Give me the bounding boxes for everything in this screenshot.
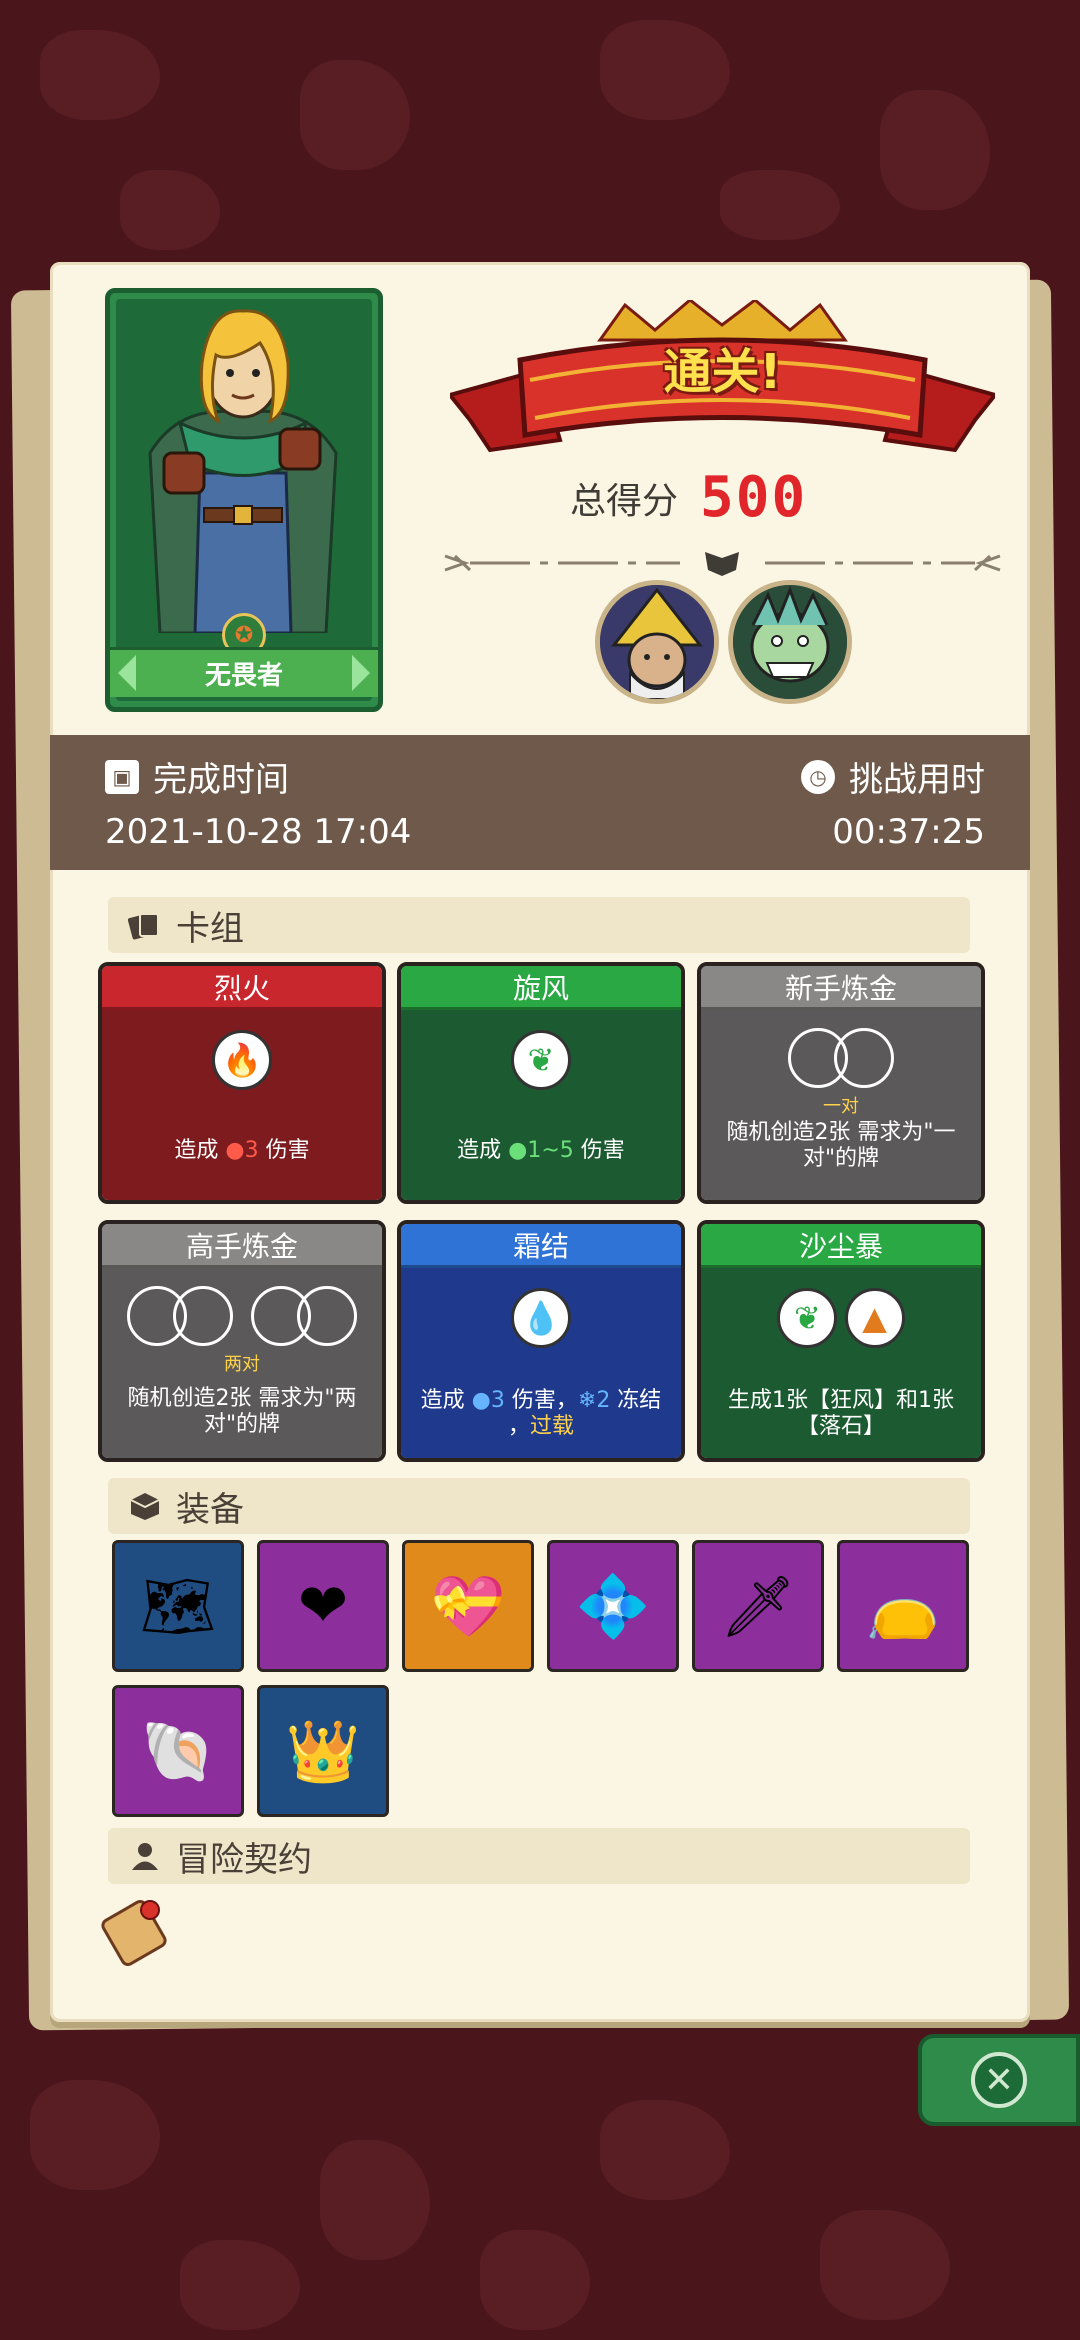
blood-drop-icon: ● [225,1138,245,1163]
card-desc: 造成 ●1~5 伤害 [409,1138,673,1164]
rock-icon: ▲ [844,1288,905,1348]
golden-crown-icon[interactable]: 👑 [257,1685,389,1817]
fire-icon: 🔥 [212,1030,272,1090]
heart-shield-icon[interactable]: ❤ [257,1540,389,1672]
contract-section-header: 冒险契约 [108,1828,970,1884]
card-body: 💧 造成 ●3 伤害，❄2 冻结 ，过载 [401,1268,681,1458]
score-label: 总得分 [570,480,679,522]
deck-card-frost[interactable]: 霜结 💧 造成 ●3 伤害，❄2 冻结 ，过载 [397,1220,685,1462]
card-title: 霜结 [401,1224,681,1268]
boss-portrait-fishman[interactable] [728,580,852,704]
red-dagger-icon[interactable]: 🗡 [692,1540,824,1672]
snowflake-icon: ❄ [577,1388,597,1413]
card-title: 沙尘暴 [701,1224,981,1268]
pair-label: 两对 [224,1354,260,1375]
ornament-divider [444,552,1001,576]
card-title: 高手炼金 [102,1224,382,1268]
score-value: 500 [700,465,808,530]
finish-time-value: 2021-10-28 17:04 [105,812,412,852]
card-title: 新手炼金 [701,966,981,1010]
spotted-shell-icon[interactable]: 🐚 [112,1685,244,1817]
card-desc-value: 1~5 [527,1138,574,1163]
fishman-portrait-icon [733,585,847,699]
card-desc-value: 3 [490,1388,505,1413]
card-desc: 造成 ●3 伤害，❄2 冻结 ，过载 [409,1388,673,1440]
hero-name: 无畏者 [110,647,378,697]
wizard-portrait-icon [600,585,714,699]
card-body: ❦ 造成 ●1~5 伤害 [401,1010,681,1200]
deck-card-novice-alchemy[interactable]: 新手炼金 一对 随机创造2张 需求为"一对"的牌 [697,962,985,1204]
card-desc-text: 伤害 [258,1138,310,1163]
card-body: ❦ ▲ 生成1张【狂风】和1张【落石】 [701,1268,981,1458]
crystal-mask-icon[interactable]: 💠 [547,1540,679,1672]
contract-section-title: 冒险契约 [176,1839,312,1880]
water-drop-small-icon: ● [471,1388,491,1413]
deck-card-master-alchemy[interactable]: 高手炼金 两对 随机创造2张 需求为"两对"的牌 [98,1220,386,1462]
hero-prev-arrow-icon[interactable] [118,655,136,691]
card-desc: 随机创造2张 需求为"一对"的牌 [726,1120,956,1171]
card-desc-text: 造成 [420,1388,472,1413]
score-row: 总得分 500 [570,465,807,530]
victory-banner: 通关! [446,298,999,460]
card-desc-text: ， [507,1414,530,1439]
person-icon [132,1843,158,1870]
equipment-section-header: 装备 [108,1478,970,1534]
treasure-map-icon[interactable]: 🗺 [112,1540,244,1672]
deck-card-fire[interactable]: 烈火 🔥 造成 ●3 伤害 [98,962,386,1204]
deck-section-title: 卡组 [176,908,244,949]
pair-label: 一对 [823,1096,859,1117]
close-button[interactable]: ✕ [918,2034,1080,2126]
card-desc: 造成 ●3 伤害 [110,1138,374,1164]
water-drop-icon: 💧 [511,1288,571,1348]
card-desc-text: 伤害， [504,1388,578,1413]
card-desc: 随机创造2张 需求为"两对"的牌 [127,1386,357,1437]
victory-banner-text: 通关! [663,344,782,400]
cube-icon [130,1493,160,1520]
deck-card-whirlwind[interactable]: 旋风 ❦ 造成 ●1~5 伤害 [397,962,685,1204]
hero-next-arrow-icon[interactable] [352,655,370,691]
card-desc-value: 3 [244,1138,259,1163]
hero-card[interactable]: ✪ 无畏者 [105,288,383,712]
pair-circles-icon [788,1028,894,1088]
wind-icon: ❦ [511,1030,571,1090]
two-pair-circles-icon [127,1286,357,1346]
duration-label: 挑战用时 [849,760,985,800]
card-desc-text: 造成 [457,1138,509,1163]
card-title: 旋风 [401,966,681,1010]
card-title: 烈火 [102,966,382,1010]
hero-portrait [148,309,338,633]
card-body: 一对 随机创造2张 需求为"一对"的牌 [701,1010,981,1200]
deck-section-header: 卡组 [108,897,970,953]
wind-icon: ❦ [777,1288,838,1348]
heart-box-icon[interactable]: 💝 [402,1540,534,1672]
overload-keyword: 过载 [530,1414,575,1439]
deck-card-sandstorm[interactable]: 沙尘暴 ❦ ▲ 生成1张【狂风】和1张【落石】 [697,1220,985,1462]
finish-time-label: 完成时间 [153,760,289,800]
card-desc-value: 2 [596,1388,611,1413]
card-desc-text: 伤害 [573,1138,625,1163]
duration-value: 00:37:25 [832,812,985,852]
close-icon: ✕ [971,2052,1027,2108]
leaf-icon: ● [508,1138,528,1163]
duration-label-group: ◷ 挑战用时 [801,752,985,801]
scroll-icon[interactable] [100,1890,172,1970]
card-desc-text: 造成 [174,1138,226,1163]
leather-pouch-icon[interactable]: 👝 [837,1540,969,1672]
card-body: 🔥 造成 ●3 伤害 [102,1010,382,1200]
equipment-section-title: 装备 [176,1489,244,1530]
card-body: 两对 随机创造2张 需求为"两对"的牌 [102,1268,382,1458]
card-desc: 生成1张【狂风】和1张【落石】 [728,1388,954,1439]
boss-portrait-wizard[interactable] [595,580,719,704]
card-desc-text: 冻结 [610,1388,662,1413]
film-icon: ▣ [105,759,139,794]
finish-time-label-group: ▣ 完成时间 [105,752,289,801]
cards-icon [128,913,159,940]
stopwatch-icon: ◷ [801,759,835,794]
